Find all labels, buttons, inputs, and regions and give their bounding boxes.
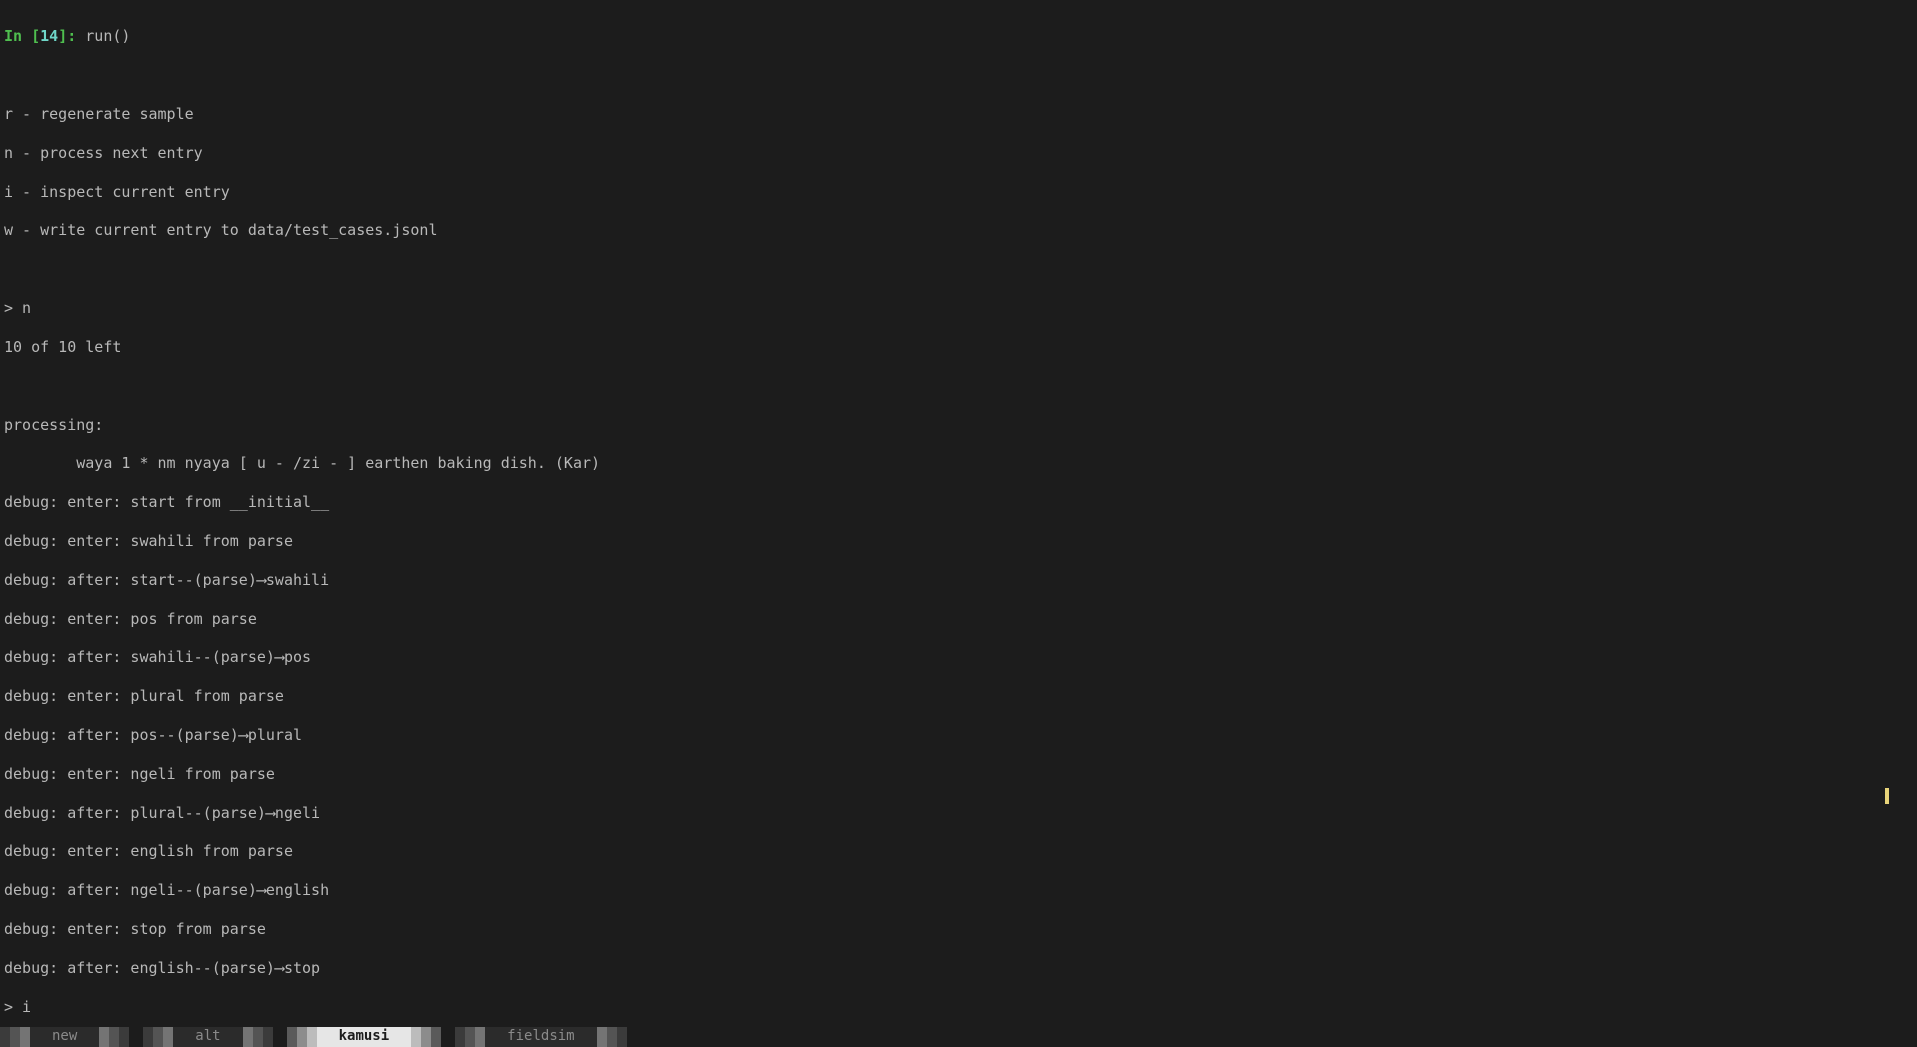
debug-line: debug: after: english--(parse)⟶stop [4, 959, 1913, 978]
tab-alt[interactable]: alt [143, 1027, 272, 1047]
ipython-in-prompt: In [14]: run() [4, 27, 1913, 46]
terminal-output[interactable]: In [14]: run() r - regenerate sample n -… [0, 0, 1917, 1047]
debug-line: debug: enter: start from __initial__ [4, 493, 1913, 512]
debug-line: debug: after: start--(parse)⟶swahili [4, 571, 1913, 590]
tab-kamusi[interactable]: kamusi [287, 1027, 442, 1047]
debug-line: debug: after: swahili--(parse)⟶pos [4, 648, 1913, 667]
tab-fieldsim[interactable]: fieldsim [455, 1027, 626, 1047]
processing-label: processing: [4, 416, 1913, 435]
status-line: 10 of 10 left [4, 338, 1913, 357]
input-echo: > i [4, 998, 1913, 1017]
debug-line: debug: after: ngeli--(parse)⟶english [4, 881, 1913, 900]
tmux-tabbar: new alt kamusi fieldsim [0, 1027, 1917, 1047]
debug-line: debug: enter: pos from parse [4, 610, 1913, 629]
debug-line: debug: enter: swahili from parse [4, 532, 1913, 551]
input-echo: > n [4, 299, 1913, 318]
terminal-cursor [1885, 788, 1889, 804]
help-line: r - regenerate sample [4, 105, 1913, 124]
debug-line: debug: after: plural--(parse)⟶ngeli [4, 804, 1913, 823]
entry-line: waya 1 * nm nyaya [ u - /zi - ] earthen … [4, 454, 1913, 473]
debug-line: debug: enter: plural from parse [4, 687, 1913, 706]
debug-line: debug: enter: english from parse [4, 842, 1913, 861]
debug-line: debug: enter: stop from parse [4, 920, 1913, 939]
tab-new[interactable]: new [0, 1027, 129, 1047]
debug-line: debug: enter: ngeli from parse [4, 765, 1913, 784]
help-line: i - inspect current entry [4, 183, 1913, 202]
help-line: w - write current entry to data/test_cas… [4, 221, 1913, 240]
help-line: n - process next entry [4, 144, 1913, 163]
debug-line: debug: after: pos--(parse)⟶plural [4, 726, 1913, 745]
